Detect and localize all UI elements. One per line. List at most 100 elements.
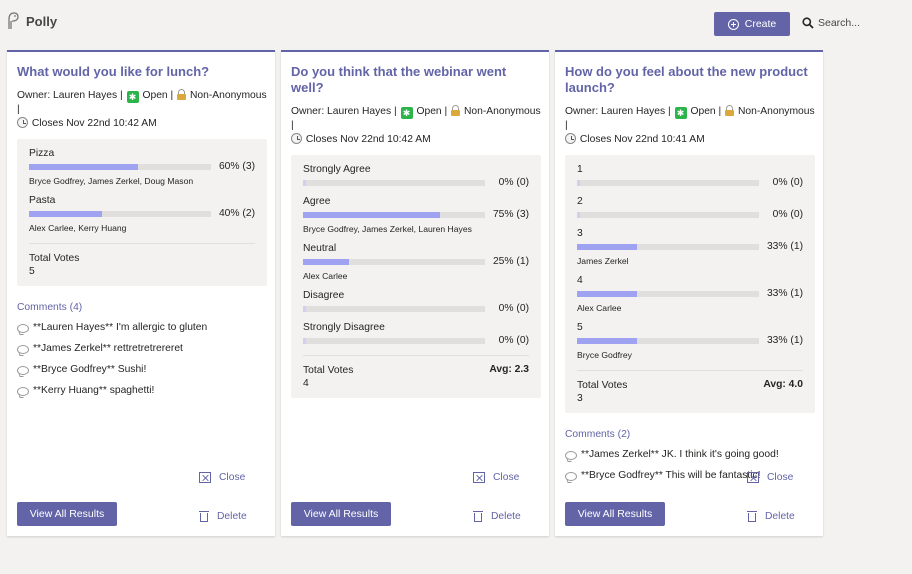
option-bar-row: 33% (1): [577, 287, 803, 300]
delete-label: Delete: [491, 510, 521, 522]
option-bar: [577, 243, 759, 250]
option-bar: [29, 210, 211, 217]
poll-option: Strongly Agree 0% (0): [303, 163, 529, 189]
total-votes-block: Total Votes 5: [29, 252, 79, 278]
comment-text: **James Zerkel** JK. I think it's going …: [581, 449, 779, 460]
option-percent: 60% (3): [218, 161, 255, 172]
total-votes-label: Total Votes: [303, 365, 354, 376]
option-bar-fill: [577, 243, 638, 250]
option-bar-fill: [577, 179, 580, 186]
option-label: 4: [577, 275, 583, 286]
option-voters: James Zerkel: [577, 256, 629, 266]
option-bar-row: 0% (0): [577, 208, 803, 221]
total-votes-row: Total Votes 3 Avg: 4.0: [577, 370, 803, 405]
lock-icon: [725, 105, 735, 116]
option-label: 2: [577, 196, 583, 207]
average-value: Avg: 4.0: [763, 379, 803, 390]
poll-question: Do you think that the webinar went well?: [291, 64, 507, 95]
view-all-results-button[interactable]: View All Results: [291, 502, 391, 526]
comment-item: **Kerry Huang** spaghetti!: [17, 385, 267, 397]
option-label: 5: [577, 322, 583, 333]
view-all-results-button[interactable]: View All Results: [17, 502, 117, 526]
option-bar-row: 33% (1): [577, 334, 803, 347]
poll-meta: Owner: Lauren Hayes | ✱ Open | Non-Anony…: [565, 105, 815, 147]
poll-closes: Closes Nov 22nd 10:42 AM: [305, 134, 431, 145]
option-bar-row: 0% (0): [303, 176, 529, 189]
app-logo: Polly: [6, 11, 57, 31]
poll-option: 4 33% (1) Alex Carlee: [577, 274, 803, 315]
poll-question: What would you like for lunch?: [17, 64, 210, 79]
poll-owner: Owner: Lauren Hayes |: [17, 90, 123, 101]
total-votes-value: 3: [577, 393, 583, 404]
option-voters: Alex Carlee: [577, 303, 622, 313]
option-label: Pizza: [29, 148, 55, 159]
comment-text: **James Zerkel** rettretretrereret: [33, 343, 183, 354]
option-bar-fill: [303, 179, 306, 186]
option-bar: [577, 179, 759, 186]
poll-card: What would you like for lunch? Owner: La…: [7, 50, 275, 536]
option-bar: [303, 258, 485, 265]
comments-header[interactable]: Comments (4): [17, 302, 267, 313]
comment-icon: [565, 450, 577, 460]
delete-poll-button[interactable]: Delete: [199, 510, 255, 522]
poll-question: How do you feel about the new product la…: [565, 64, 808, 95]
option-bar-fill: [29, 163, 139, 170]
option-bar-row: 75% (3): [303, 208, 529, 221]
poll-owner: Owner: Lauren Hayes |: [565, 106, 671, 117]
poll-card-footer: Close Delete View All Results: [291, 472, 541, 526]
option-voters: Alex Carlee: [303, 271, 348, 281]
option-bar: [303, 211, 485, 218]
delete-poll-button[interactable]: Delete: [473, 510, 529, 522]
poll-status: Open |: [416, 106, 448, 117]
option-percent: 75% (3): [492, 209, 529, 220]
poll-card-body: How do you feel about the new product la…: [565, 64, 815, 482]
total-votes-value: 5: [29, 266, 35, 277]
option-bar-fill: [577, 211, 580, 218]
option-percent: 0% (0): [498, 177, 529, 188]
view-all-results-button[interactable]: View All Results: [565, 502, 665, 526]
option-label: Strongly Disagree: [303, 322, 385, 333]
poll-results: 1 0% (0) 2 0% (0) 3 33% (1) James Zerkel…: [565, 155, 815, 413]
clock-icon: [291, 133, 302, 144]
option-label: Agree: [303, 196, 331, 207]
poll-card-footer: Close Delete View All Results: [17, 472, 267, 526]
option-bar: [577, 211, 759, 218]
option-label: Strongly Agree: [303, 164, 371, 175]
poll-closes: Closes Nov 22nd 10:42 AM: [31, 118, 157, 129]
comment-icon: [17, 365, 29, 375]
trash-icon: [747, 510, 757, 522]
option-bar-row: 40% (2): [29, 207, 255, 220]
option-label: Pasta: [29, 195, 56, 206]
poll-option: 5 33% (1) Bryce Godfrey: [577, 321, 803, 362]
option-label: Disagree: [303, 290, 345, 301]
close-poll-button[interactable]: Close: [199, 472, 255, 483]
close-poll-button[interactable]: Close: [747, 472, 803, 483]
total-votes-label: Total Votes: [29, 253, 80, 264]
option-voters: Bryce Godfrey, James Zerkel, Doug Mason: [29, 176, 194, 186]
average-value: Avg: 2.3: [489, 364, 529, 375]
option-bar-row: 0% (0): [577, 176, 803, 189]
delete-poll-button[interactable]: Delete: [747, 510, 803, 522]
check-badge-icon: ✱: [674, 107, 687, 119]
poll-option: 1 0% (0): [577, 163, 803, 189]
close-label: Close: [493, 472, 520, 483]
option-bar: [577, 337, 759, 344]
option-bar-row: 0% (0): [303, 334, 529, 347]
option-label: 1: [577, 164, 583, 175]
option-bar-fill: [303, 211, 440, 218]
poll-option: Strongly Disagree 0% (0): [303, 321, 529, 347]
create-button[interactable]: Create: [714, 12, 790, 36]
poll-results: Strongly Agree 0% (0) Agree 75% (3) Bryc…: [291, 155, 541, 398]
close-box-icon: [747, 472, 759, 483]
option-percent: 33% (1): [766, 241, 803, 252]
comments-header[interactable]: Comments (2): [565, 429, 815, 440]
close-poll-button[interactable]: Close: [473, 472, 529, 483]
trash-icon: [199, 510, 209, 522]
clock-icon: [17, 117, 28, 128]
poll-option: Pasta 40% (2) Alex Carlee, Kerry Huang: [29, 194, 255, 235]
option-bar-fill: [303, 305, 306, 312]
option-bar-fill: [577, 337, 638, 344]
top-bar: Polly Create Search...: [0, 0, 912, 46]
search-box[interactable]: Search...: [802, 17, 860, 29]
total-votes-block: Total Votes 4: [303, 364, 353, 390]
